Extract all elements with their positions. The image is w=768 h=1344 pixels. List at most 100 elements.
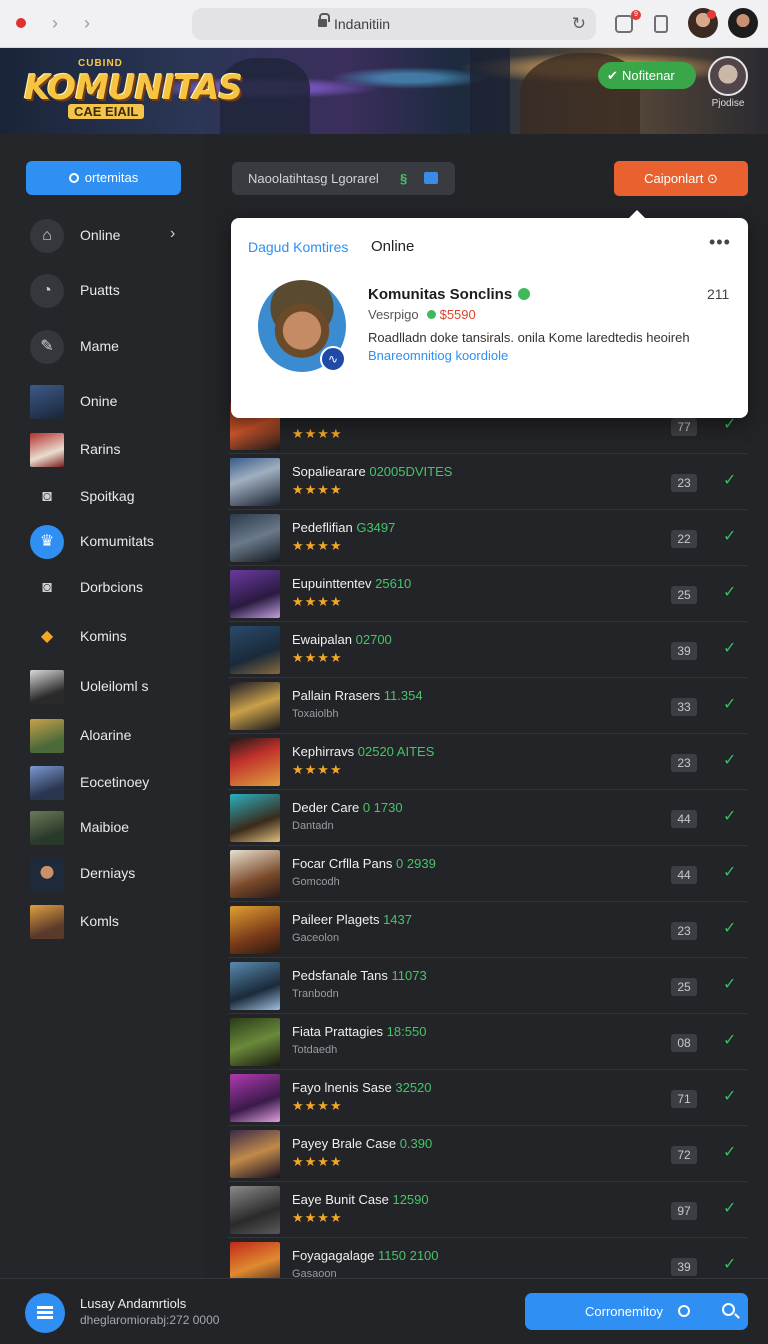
game-row[interactable]: Eupuinttentev 25610 ★★★★ 25 ✓ <box>228 566 748 622</box>
check-icon[interactable]: ✓ <box>723 1030 736 1050</box>
game-title-text: Eupuinttentev <box>292 576 372 591</box>
game-title-text: Payey Brale Case <box>292 1136 397 1151</box>
sidebar-item-derniays[interactable]: Derniays <box>30 855 200 895</box>
community-link[interactable]: Bnareomnitiog koordiole <box>368 348 508 363</box>
check-icon[interactable]: ✓ <box>723 806 736 826</box>
community-meta: Vesrpigo $5590 <box>368 307 476 322</box>
sidebar-item-uoleilomls[interactable]: Uoleiloml s <box>30 668 200 708</box>
sidebar-item-komls[interactable]: Komls <box>30 903 200 943</box>
banner-avatar[interactable] <box>708 56 748 96</box>
game-stat: 11.354 <box>383 688 423 703</box>
check-icon[interactable]: ✓ <box>723 1198 736 1218</box>
game-row[interactable]: Fayo lnenis Sase 32520 ★★★★ 71 ✓ <box>228 1070 748 1126</box>
game-thumbnail <box>230 1074 280 1122</box>
game-row[interactable]: Payey Brale Case 0.390 ★★★★ 72 ✓ <box>228 1126 748 1182</box>
cta-button[interactable]: Caiponlart ⊙ <box>614 161 748 196</box>
game-row[interactable]: Kephirravs 02520 AITES ★★★★ 23 ✓ <box>228 734 748 790</box>
copy-icon[interactable] <box>654 15 668 33</box>
game-count-badge: 25 <box>671 978 697 996</box>
game-thumbnail <box>30 719 64 753</box>
game-row[interactable]: Fiata Prattagies 18:550 Totdaedh 08 ✓ <box>228 1014 748 1070</box>
star-rating-icon: ★★★★ <box>292 762 343 777</box>
star-rating-icon: ★★★★ <box>292 1098 343 1113</box>
sidebar-item-dorbcions[interactable]: ◙ Dorbcions <box>30 569 200 609</box>
app-logo[interactable]: CUBIND KOMUNITAS CAE EIAIL <box>24 58 243 128</box>
shopping-bag-icon[interactable] <box>615 15 633 33</box>
check-icon[interactable]: ✓ <box>723 1254 736 1274</box>
game-row[interactable]: Pedeflifian G3497 ★★★★ 22 ✓ <box>228 510 748 566</box>
check-icon[interactable]: ✓ <box>723 750 736 770</box>
popup-tab[interactable]: Dagud Komtires <box>248 239 348 255</box>
game-thumbnail <box>230 626 280 674</box>
check-icon[interactable]: ✓ <box>723 582 736 602</box>
camera-icon: ◙ <box>42 488 52 505</box>
bottom-bar: Lusay Andamrtiols dheglaromiorabj:272 00… <box>0 1278 768 1344</box>
filter-icon[interactable]: § <box>400 162 407 195</box>
game-row[interactable]: Ewaipalan 02700 ★★★★ 39 ✓ <box>228 622 748 678</box>
game-row[interactable]: Pallain Rrasers 11.354 Toxaiolbh 33 ✓ <box>228 678 748 734</box>
reload-icon[interactable]: ↻ <box>572 14 586 34</box>
check-icon[interactable]: ✓ <box>723 1142 736 1162</box>
verified-icon <box>518 288 531 300</box>
notification-button[interactable]: ✔ Nofitenar <box>598 62 696 89</box>
game-row[interactable]: Eaye Bunit Case 12590 ★★★★ 97 ✓ <box>228 1182 748 1238</box>
game-row[interactable]: Sopaliearare 02005DVITES ★★★★ 23 ✓ <box>228 454 748 510</box>
game-title: Fayo lnenis Sase 32520 <box>292 1080 432 1095</box>
check-icon[interactable]: ✓ <box>723 470 736 490</box>
sidebar-item-mame[interactable]: ✎ Mame <box>30 328 200 368</box>
check-icon[interactable]: ✓ <box>723 526 736 546</box>
controller-icon[interactable] <box>424 172 438 184</box>
game-row[interactable]: Deder Care 0 1730 Dantadn 44 ✓ <box>228 790 748 846</box>
check-icon[interactable]: ✓ <box>723 638 736 658</box>
game-title: Fiata Prattagies 18:550 <box>292 1024 426 1039</box>
game-thumbnail <box>30 670 64 704</box>
game-count-badge: 97 <box>671 1202 697 1220</box>
game-count-badge: 22 <box>671 530 697 548</box>
community-name[interactable]: Komunitas Sonclins <box>368 286 531 303</box>
forward-arrow-icon[interactable]: › <box>76 12 98 34</box>
sidebar-item-spoitkag[interactable]: ◙ Spoitkag <box>30 478 200 518</box>
user-avatar[interactable] <box>728 8 758 38</box>
sidebar-item-maibioe[interactable]: Maibioe <box>30 809 200 849</box>
sidebar-primary-button[interactable]: ortemitas <box>26 161 181 195</box>
sidebar-item-puatts[interactable]: ◔ Puatts <box>30 272 200 312</box>
game-title: Paileer Plagets 1437 <box>292 912 412 927</box>
address-bar[interactable]: Indanitiin ↻ <box>192 8 596 40</box>
sidebar-item-onine[interactable]: Onine <box>30 383 200 423</box>
menu-icon[interactable] <box>25 1293 65 1333</box>
sidebar-item-aloarine[interactable]: Aloarine <box>30 717 200 757</box>
game-row[interactable]: Focar Crflla Pans 0 2939 Gomcodh 44 ✓ <box>228 846 748 902</box>
back-arrow-icon[interactable]: › <box>44 12 66 34</box>
star-rating-icon: ★★★★ <box>292 1210 343 1225</box>
profile-badge <box>707 10 716 19</box>
check-icon[interactable]: ✓ <box>723 974 736 994</box>
check-icon[interactable]: ✓ <box>723 1086 736 1106</box>
popup-tab-active[interactable]: Online <box>371 238 414 255</box>
sidebar-item-eocetinoey[interactable]: Eocetinoey <box>30 764 200 804</box>
game-count-badge: 39 <box>671 642 697 660</box>
check-icon[interactable]: ✓ <box>723 918 736 938</box>
check-icon[interactable]: ✓ <box>723 862 736 882</box>
sidebar-item-label: Mame <box>80 338 119 354</box>
game-row[interactable]: Paileer Plagets 1437 Gaceolon 23 ✓ <box>228 902 748 958</box>
sidebar-item-label: Online <box>80 227 121 243</box>
game-title-text: Focar Crflla Pans <box>292 856 393 871</box>
more-options-icon[interactable]: ••• <box>709 232 731 253</box>
game-subtitle: Toxaiolbh <box>292 708 339 720</box>
check-icon[interactable]: ✓ <box>723 694 736 714</box>
search-input[interactable]: Naoolatihtasg Lgorarel § <box>232 162 455 195</box>
bottom-action-button[interactable]: Corronemitoy <box>525 1293 748 1330</box>
sidebar-item-komumitats[interactable]: ♛ Komumitats <box>30 523 200 563</box>
close-window-icon[interactable] <box>16 18 26 28</box>
sidebar-item-rarins[interactable]: Rarins <box>30 431 200 471</box>
game-row[interactable]: Pedsfanale Tans 11073 Tranbodn 25 ✓ <box>228 958 748 1014</box>
sidebar-item-online[interactable]: ⌂ Online › <box>30 217 200 257</box>
game-stat: 0.390 <box>399 1136 433 1151</box>
search-icon[interactable] <box>722 1303 735 1316</box>
sidebar-item-komins[interactable]: ◆ Komins <box>30 618 200 658</box>
game-thumbnail <box>230 1018 280 1066</box>
status-dot-icon <box>426 310 436 319</box>
game-thumbnail <box>230 794 280 842</box>
game-stat: 32520 <box>395 1080 432 1095</box>
game-count-badge: 23 <box>671 474 697 492</box>
